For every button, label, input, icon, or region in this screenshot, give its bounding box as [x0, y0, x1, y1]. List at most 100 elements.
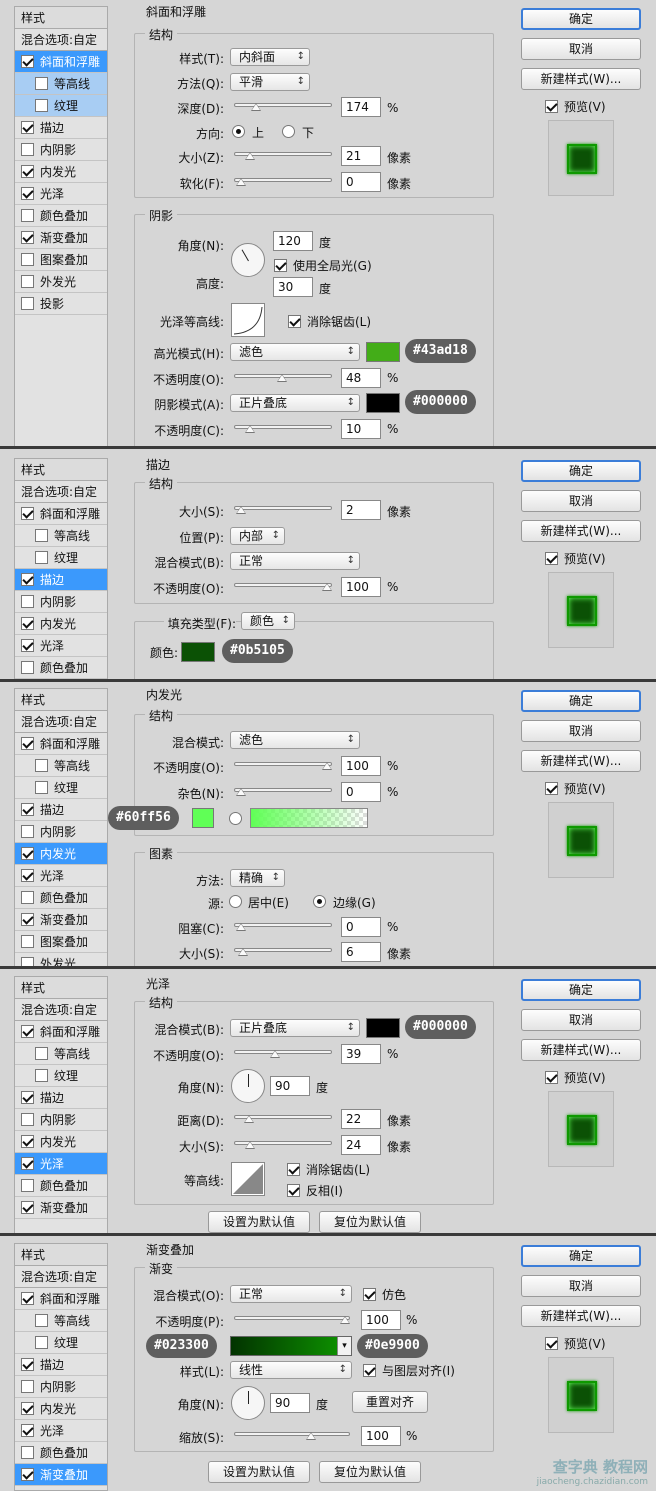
new-style-button[interactable]: 新建样式(W)...	[521, 750, 641, 772]
checkbox[interactable]	[21, 595, 34, 608]
style-select[interactable]: 内斜面	[230, 48, 310, 66]
angle-input[interactable]: 90	[270, 1393, 310, 1413]
checkbox[interactable]	[21, 737, 34, 750]
checkbox[interactable]	[21, 1025, 34, 1038]
sidebar-item[interactable]: 投影	[15, 293, 107, 315]
slider-thumb[interactable]	[269, 1050, 280, 1058]
checkbox[interactable]	[21, 891, 34, 904]
new-style-button[interactable]: 新建样式(W)...	[521, 1305, 641, 1327]
slider-thumb[interactable]	[244, 152, 255, 160]
sidebar-item[interactable]: 外发光	[15, 953, 107, 966]
dither-check[interactable]: 仿色	[363, 1286, 406, 1303]
glow-gradient-picker[interactable]	[250, 808, 368, 828]
align-layer-check[interactable]: 与图层对齐(I)	[363, 1362, 455, 1379]
soften-slider[interactable]	[234, 178, 332, 186]
sidebar-item[interactable]: 颜色叠加	[15, 205, 107, 227]
blend-mode-select[interactable]: 正片叠底	[230, 1019, 360, 1037]
satin-color-swatch[interactable]	[366, 1018, 400, 1038]
sidebar-item[interactable]: 描边	[15, 117, 107, 139]
checkbox[interactable]	[21, 639, 34, 652]
highlight-opacity-slider[interactable]	[234, 374, 332, 382]
sidebar-item[interactable]: 斜面和浮雕	[15, 1021, 107, 1043]
sidebar-item[interactable]: 内阴影	[15, 1109, 107, 1131]
new-style-button[interactable]: 新建样式(W)...	[521, 520, 641, 542]
checkbox[interactable]	[287, 1184, 300, 1197]
sidebar-item[interactable]: 渐变叠加	[15, 1197, 107, 1219]
global-light-check[interactable]: 使用全局光(G)	[274, 257, 372, 274]
technique-select[interactable]: 平滑	[230, 73, 310, 91]
scale-slider[interactable]	[234, 1432, 350, 1440]
checkbox[interactable]	[21, 913, 34, 926]
checkbox[interactable]	[21, 1424, 34, 1437]
sidebar-item[interactable]: 内发光	[15, 843, 107, 865]
highlight-mode-select[interactable]: 滤色	[230, 343, 360, 361]
source-center-radio[interactable]	[229, 895, 242, 908]
checkbox[interactable]	[21, 1380, 34, 1393]
preview-check[interactable]: 预览(V)	[545, 1335, 606, 1352]
checkbox[interactable]	[21, 617, 34, 630]
sidebar-item[interactable]: 外发光	[15, 271, 107, 293]
highlight-color-swatch[interactable]	[366, 342, 400, 362]
sidebar-item[interactable]: 内发光	[15, 613, 107, 635]
invert-check[interactable]: 反相(I)	[287, 1182, 343, 1199]
checkbox[interactable]	[21, 1358, 34, 1371]
make-default-button[interactable]: 设置为默认值	[208, 1211, 310, 1233]
gloss-contour-picker[interactable]	[231, 303, 265, 337]
reset-default-button[interactable]: 复位为默认值	[319, 1211, 421, 1233]
sidebar-item[interactable]: 光泽	[15, 1420, 107, 1442]
contour-picker[interactable]	[231, 1162, 265, 1196]
angle-dial[interactable]	[231, 243, 265, 277]
checkbox[interactable]	[21, 297, 34, 310]
cancel-button[interactable]: 取消	[521, 490, 641, 512]
slider-thumb[interactable]	[236, 788, 246, 796]
shadow-mode-select[interactable]: 正片叠底	[230, 394, 360, 412]
distance-input[interactable]: 22	[341, 1109, 381, 1129]
slider-thumb[interactable]	[322, 583, 332, 591]
checkbox[interactable]	[35, 1336, 48, 1349]
sidebar-item-blending-options[interactable]: 混合选项:自定	[15, 711, 107, 733]
angle-dial[interactable]	[231, 1069, 265, 1103]
sidebar-item[interactable]: 内发光	[15, 1398, 107, 1420]
checkbox[interactable]	[21, 573, 34, 586]
blend-mode-select[interactable]: 正常	[230, 552, 360, 570]
choke-slider[interactable]	[234, 923, 332, 931]
soften-input[interactable]: 0	[341, 172, 381, 192]
fill-type-select[interactable]: 颜色	[241, 612, 295, 630]
checkbox[interactable]	[545, 782, 558, 795]
sidebar-item[interactable]: 等高线	[15, 1043, 107, 1065]
altitude-input[interactable]: 30	[273, 277, 313, 297]
sidebar-item[interactable]: 光泽	[15, 635, 107, 657]
sidebar-item[interactable]: 纹理	[15, 547, 107, 569]
sidebar-item[interactable]: 斜面和浮雕	[15, 733, 107, 755]
sidebar-item-blending-options[interactable]: 混合选项:自定	[15, 999, 107, 1021]
opacity-slider[interactable]	[234, 762, 332, 770]
sidebar-item[interactable]: 等高线	[15, 525, 107, 547]
slider-thumb[interactable]	[237, 948, 248, 956]
reset-align-button[interactable]: 重置对齐	[352, 1391, 428, 1413]
checkbox[interactable]	[21, 935, 34, 948]
checkbox[interactable]	[21, 231, 34, 244]
angle-input[interactable]: 120	[273, 231, 313, 251]
distance-slider[interactable]	[234, 1115, 332, 1123]
angle-dial[interactable]	[231, 1386, 265, 1420]
preview-check[interactable]: 预览(V)	[545, 550, 606, 567]
ok-button[interactable]: 确定	[521, 979, 641, 1001]
checkbox[interactable]	[287, 1163, 300, 1176]
opacity-slider[interactable]	[234, 1050, 332, 1058]
cancel-button[interactable]: 取消	[521, 720, 641, 742]
sidebar-item[interactable]: 颜色叠加	[15, 1442, 107, 1464]
slider-thumb[interactable]	[340, 1316, 350, 1324]
checkbox[interactable]	[545, 552, 558, 565]
checkbox[interactable]	[21, 165, 34, 178]
opacity-input[interactable]: 100	[361, 1310, 401, 1330]
sidebar-item[interactable]: 内阴影	[15, 821, 107, 843]
highlight-opacity-input[interactable]: 48	[341, 368, 381, 388]
shadow-opacity-input[interactable]: 10	[341, 419, 381, 439]
checkbox[interactable]	[21, 803, 34, 816]
checkbox[interactable]	[545, 100, 558, 113]
checkbox[interactable]	[35, 781, 48, 794]
slider-thumb[interactable]	[277, 374, 288, 382]
checkbox[interactable]	[21, 1179, 34, 1192]
sidebar-item[interactable]: 内阴影	[15, 591, 107, 613]
checkbox[interactable]	[21, 1446, 34, 1459]
